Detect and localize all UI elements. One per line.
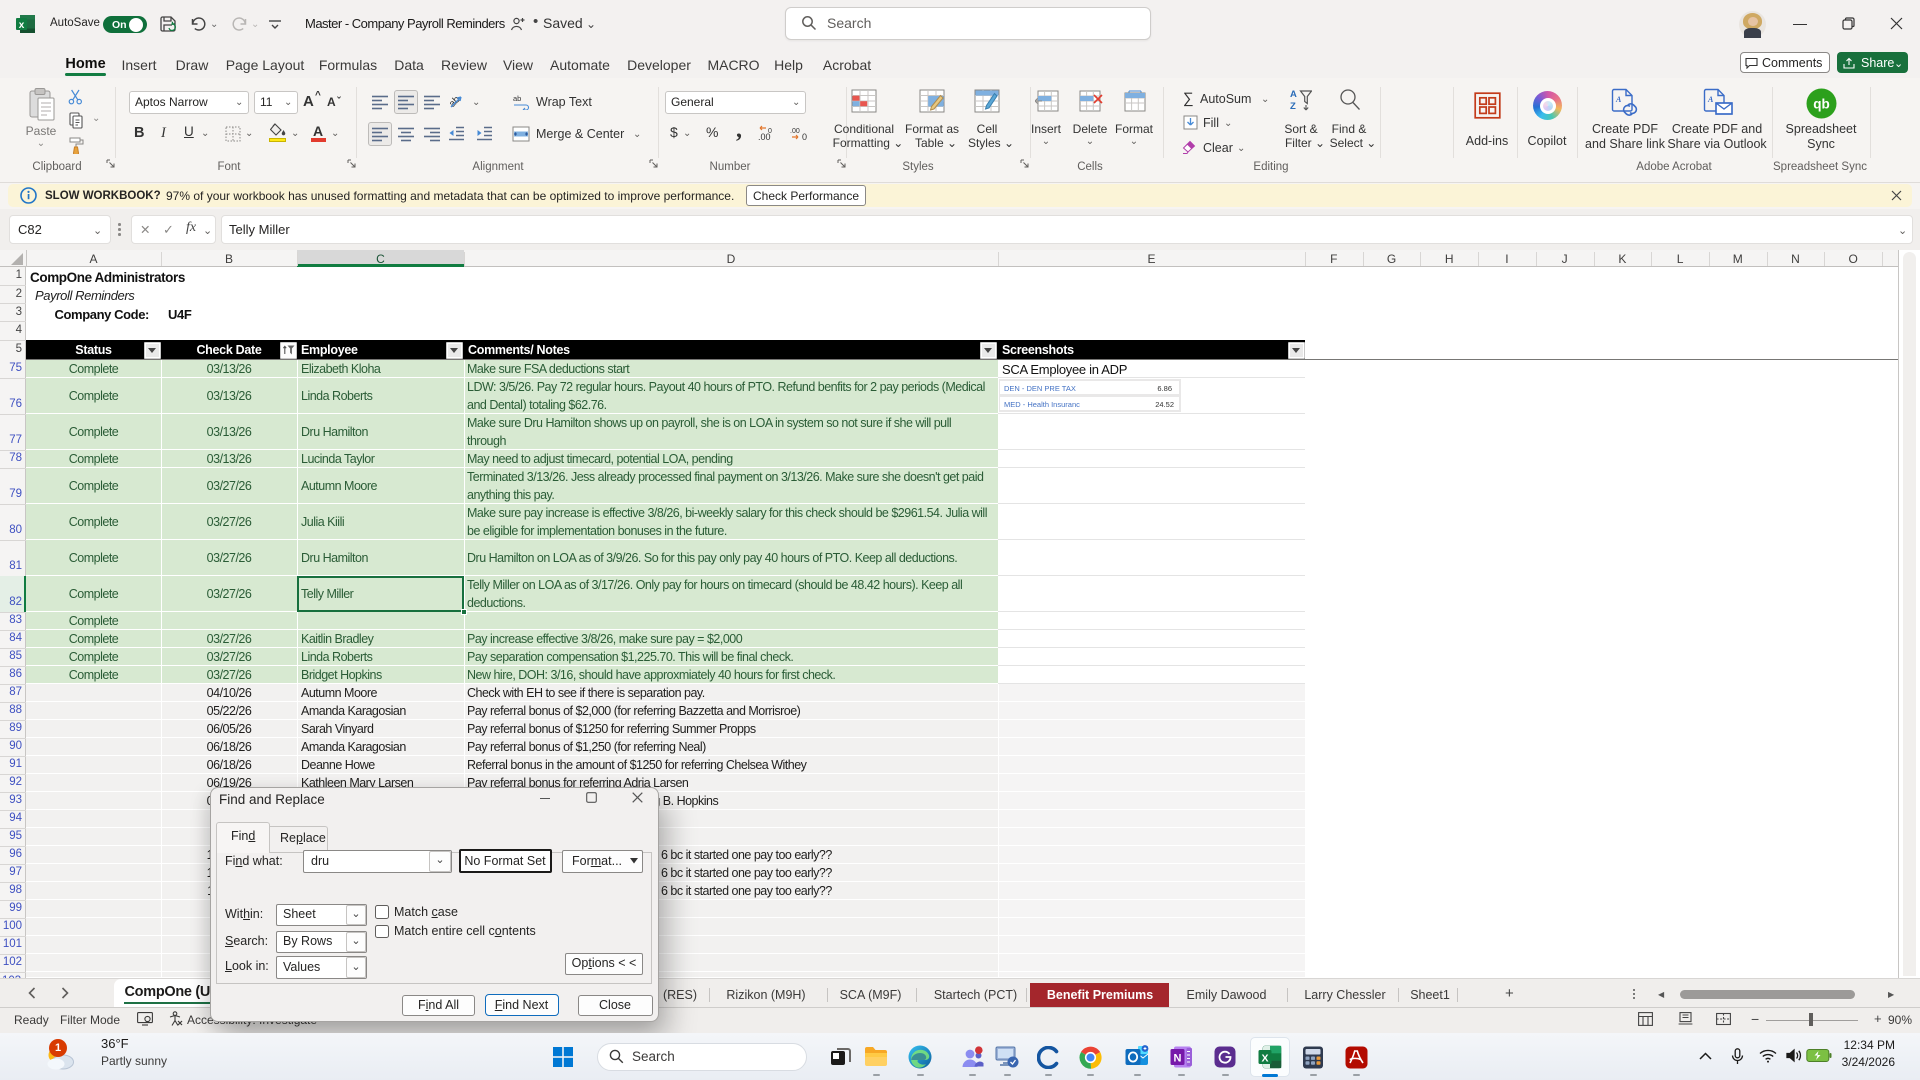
svg-text:X: X: [1261, 1053, 1268, 1065]
svg-text:N: N: [1174, 1053, 1182, 1065]
